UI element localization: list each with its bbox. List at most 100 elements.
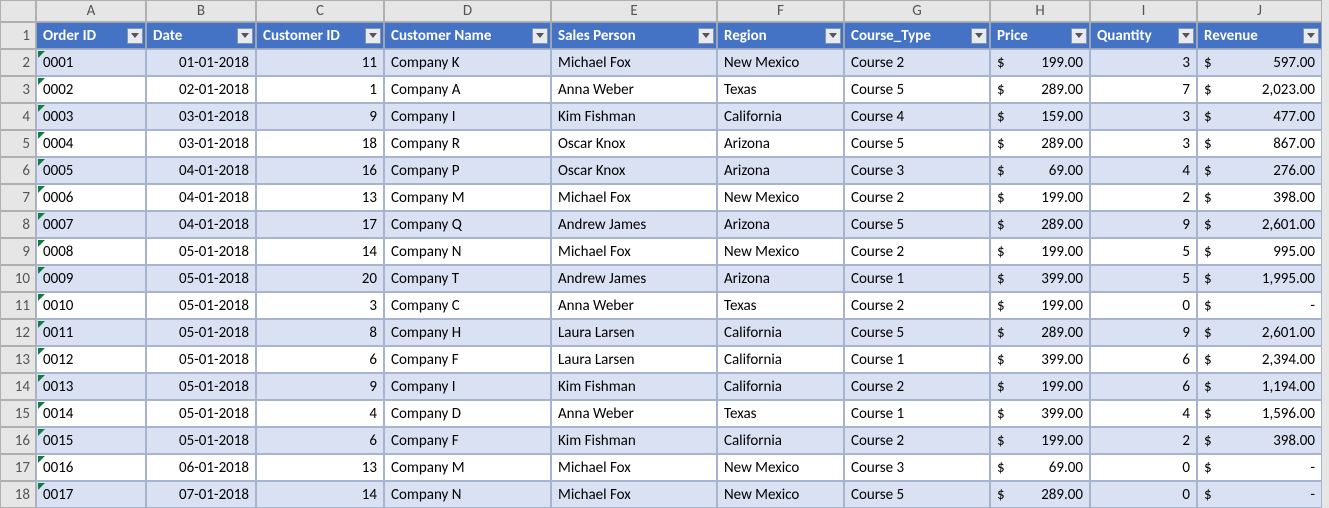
cell-customer-id[interactable]: 13	[256, 184, 384, 211]
cell-course-type[interactable]: Course 2	[844, 49, 990, 76]
cell-price[interactable]: $289.00	[990, 76, 1090, 103]
cell-date[interactable]: 05-01-2018	[146, 400, 256, 427]
cell-order-id[interactable]: 0011	[36, 319, 146, 346]
cell-course-type[interactable]: Course 5	[844, 481, 990, 508]
cell-sales-person[interactable]: Michael Fox	[551, 184, 717, 211]
filter-dropdown-button[interactable]	[698, 28, 714, 44]
cell-customer-name[interactable]: Company F	[384, 346, 551, 373]
row-header-1[interactable]: 1	[0, 22, 36, 49]
cell-customer-id[interactable]: 20	[256, 265, 384, 292]
cell-sales-person[interactable]: Andrew James	[551, 265, 717, 292]
cell-order-id[interactable]: 0001	[36, 49, 146, 76]
cell-customer-id[interactable]: 3	[256, 292, 384, 319]
cell-sales-person[interactable]: Oscar Knox	[551, 157, 717, 184]
cell-customer-name[interactable]: Company M	[384, 454, 551, 481]
cell-customer-name[interactable]: Company A	[384, 76, 551, 103]
cell-customer-name[interactable]: Company H	[384, 319, 551, 346]
table-header-C[interactable]: Customer ID	[256, 22, 384, 49]
cell-sales-person[interactable]: Laura Larsen	[551, 319, 717, 346]
row-header-5[interactable]: 5	[0, 130, 36, 157]
cell-region[interactable]: California	[717, 319, 844, 346]
column-header-D[interactable]: D	[384, 0, 551, 22]
cell-quantity[interactable]: 5	[1090, 265, 1197, 292]
cell-quantity[interactable]: 0	[1090, 481, 1197, 508]
cell-date[interactable]: 04-01-2018	[146, 157, 256, 184]
cell-date[interactable]: 02-01-2018	[146, 76, 256, 103]
cell-region[interactable]: Texas	[717, 292, 844, 319]
cell-quantity[interactable]: 3	[1090, 49, 1197, 76]
cell-date[interactable]: 05-01-2018	[146, 373, 256, 400]
cell-region[interactable]: New Mexico	[717, 184, 844, 211]
table-header-E[interactable]: Sales Person	[551, 22, 717, 49]
cell-course-type[interactable]: Course 1	[844, 346, 990, 373]
table-header-H[interactable]: Price	[990, 22, 1090, 49]
cell-course-type[interactable]: Course 2	[844, 238, 990, 265]
filter-dropdown-button[interactable]	[237, 28, 253, 44]
cell-date[interactable]: 05-01-2018	[146, 238, 256, 265]
cell-quantity[interactable]: 4	[1090, 157, 1197, 184]
cell-quantity[interactable]: 0	[1090, 292, 1197, 319]
cell-customer-id[interactable]: 14	[256, 481, 384, 508]
spreadsheet-grid[interactable]: ABCDEFGHIJ1Order IDDateCustomer IDCustom…	[0, 0, 1329, 508]
cell-quantity[interactable]: 4	[1090, 400, 1197, 427]
cell-sales-person[interactable]: Oscar Knox	[551, 130, 717, 157]
cell-revenue[interactable]: $1,596.00	[1197, 400, 1322, 427]
cell-quantity[interactable]: 7	[1090, 76, 1197, 103]
cell-customer-name[interactable]: Company Q	[384, 211, 551, 238]
cell-sales-person[interactable]: Michael Fox	[551, 238, 717, 265]
cell-quantity[interactable]: 6	[1090, 346, 1197, 373]
cell-date[interactable]: 05-01-2018	[146, 319, 256, 346]
table-header-J[interactable]: Revenue	[1197, 22, 1322, 49]
cell-customer-id[interactable]: 6	[256, 346, 384, 373]
cell-order-id[interactable]: 0003	[36, 103, 146, 130]
cell-price[interactable]: $199.00	[990, 373, 1090, 400]
cell-quantity[interactable]: 9	[1090, 211, 1197, 238]
cell-course-type[interactable]: Course 2	[844, 373, 990, 400]
cell-customer-id[interactable]: 16	[256, 157, 384, 184]
cell-course-type[interactable]: Course 5	[844, 211, 990, 238]
cell-customer-name[interactable]: Company T	[384, 265, 551, 292]
cell-customer-id[interactable]: 13	[256, 454, 384, 481]
cell-order-id[interactable]: 0005	[36, 157, 146, 184]
cell-price[interactable]: $399.00	[990, 400, 1090, 427]
cell-price[interactable]: $289.00	[990, 211, 1090, 238]
cell-customer-id[interactable]: 11	[256, 49, 384, 76]
cell-customer-name[interactable]: Company P	[384, 157, 551, 184]
cell-customer-id[interactable]: 18	[256, 130, 384, 157]
cell-region[interactable]: California	[717, 346, 844, 373]
cell-course-type[interactable]: Course 3	[844, 454, 990, 481]
cell-price[interactable]: $199.00	[990, 49, 1090, 76]
cell-order-id[interactable]: 0010	[36, 292, 146, 319]
cell-quantity[interactable]: 0	[1090, 454, 1197, 481]
row-header-3[interactable]: 3	[0, 76, 36, 103]
row-header-16[interactable]: 16	[0, 427, 36, 454]
row-header-17[interactable]: 17	[0, 454, 36, 481]
cell-order-id[interactable]: 0002	[36, 76, 146, 103]
cell-date[interactable]: 06-01-2018	[146, 454, 256, 481]
cell-customer-id[interactable]: 6	[256, 427, 384, 454]
cell-customer-name[interactable]: Company I	[384, 373, 551, 400]
cell-sales-person[interactable]: Anna Weber	[551, 76, 717, 103]
cell-quantity[interactable]: 9	[1090, 319, 1197, 346]
cell-order-id[interactable]: 0004	[36, 130, 146, 157]
cell-price[interactable]: $199.00	[990, 238, 1090, 265]
table-header-F[interactable]: Region	[717, 22, 844, 49]
cell-region[interactable]: New Mexico	[717, 481, 844, 508]
select-all-corner[interactable]	[0, 0, 36, 22]
cell-sales-person[interactable]: Kim Fishman	[551, 427, 717, 454]
filter-dropdown-button[interactable]	[825, 28, 841, 44]
cell-order-id[interactable]: 0008	[36, 238, 146, 265]
column-header-E[interactable]: E	[551, 0, 717, 22]
cell-order-id[interactable]: 0016	[36, 454, 146, 481]
row-header-9[interactable]: 9	[0, 238, 36, 265]
filter-dropdown-button[interactable]	[971, 28, 987, 44]
cell-price[interactable]: $199.00	[990, 292, 1090, 319]
row-header-18[interactable]: 18	[0, 481, 36, 508]
column-header-F[interactable]: F	[717, 0, 844, 22]
cell-quantity[interactable]: 6	[1090, 373, 1197, 400]
cell-customer-name[interactable]: Company M	[384, 184, 551, 211]
cell-customer-name[interactable]: Company C	[384, 292, 551, 319]
cell-customer-id[interactable]: 4	[256, 400, 384, 427]
cell-sales-person[interactable]: Anna Weber	[551, 292, 717, 319]
cell-revenue[interactable]: $-	[1197, 292, 1322, 319]
